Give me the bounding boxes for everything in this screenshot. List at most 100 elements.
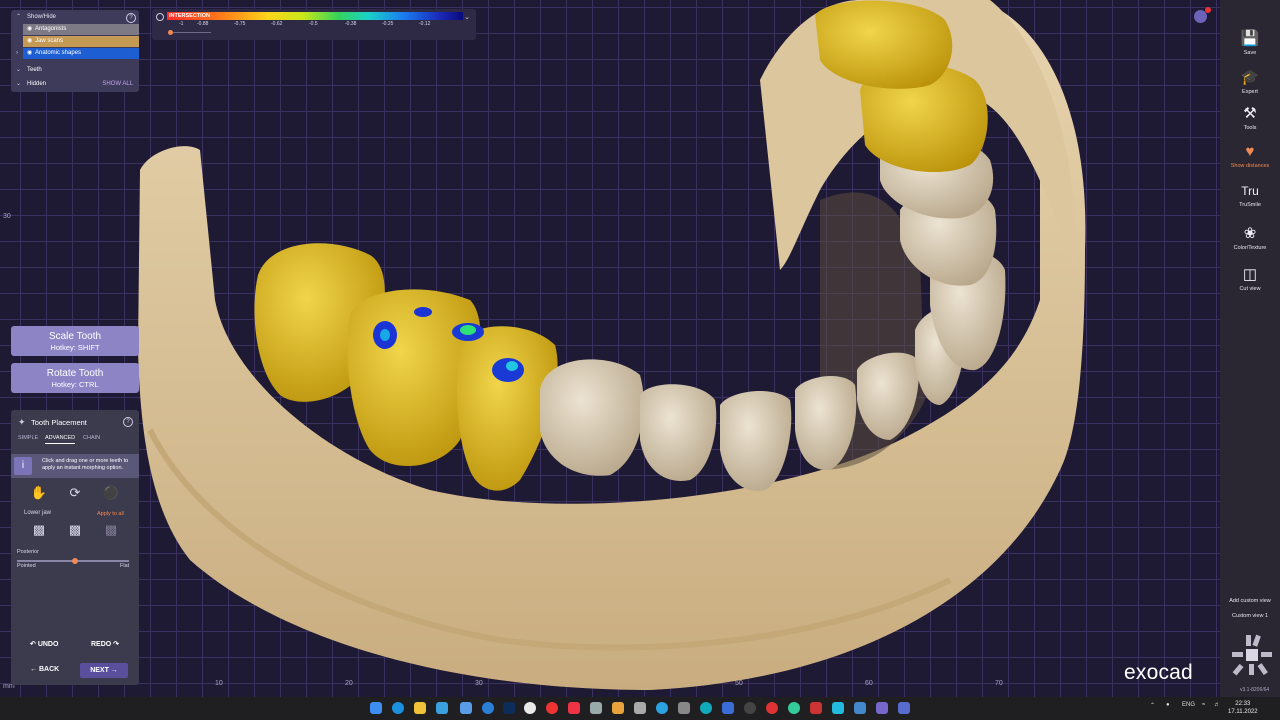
sidebar-item-cut-view[interactable]: ◫ Cut view <box>1220 266 1280 292</box>
redo-button[interactable]: REDO ↷ <box>91 640 119 648</box>
view-cube[interactable] <box>1232 633 1272 679</box>
app-icon[interactable] <box>722 702 734 714</box>
opera-icon[interactable] <box>546 702 558 714</box>
app-icon[interactable] <box>612 702 624 714</box>
edge-icon[interactable] <box>392 702 404 714</box>
placement-tabs: SIMPLE ADVANCED CHAIN <box>11 433 139 444</box>
info-box: i Click and drag one or more teeth to ap… <box>11 454 139 478</box>
sidebar-item-color-texture[interactable]: ❀ Color/Texture <box>1220 225 1280 251</box>
scale-tooth-button[interactable]: Scale Tooth Hotkey: SHIFT <box>11 326 139 356</box>
posterior-slider[interactable] <box>17 558 129 564</box>
trusmile-icon: Tru <box>1241 184 1259 198</box>
colorbar-tick: -1 <box>179 21 184 27</box>
show-hide-hidden[interactable]: ⌄ Hidden SHOW ALL <box>11 79 139 90</box>
exocad-taskbar-icon[interactable] <box>898 702 910 714</box>
camera-icon[interactable] <box>678 702 690 714</box>
app-icon[interactable] <box>832 702 844 714</box>
sidebar-item-show-distances[interactable]: ♥ Show distances <box>1220 143 1280 169</box>
flat-label: Flat <box>120 563 130 569</box>
tooth <box>640 384 717 481</box>
chrome-icon[interactable] <box>524 702 536 714</box>
colorbar-tick: -0.12 <box>419 21 431 27</box>
show-hide-item-anatomic-shapes[interactable]: › ◉ Anatomic shapes <box>11 48 139 59</box>
tooth-option-icon[interactable]: ▩ <box>102 522 120 538</box>
3d-viewport[interactable]: 10 20 30 40 50 60 70 30 mm <box>0 0 1220 697</box>
tooth-option-icon[interactable]: ▩ <box>66 522 84 538</box>
colorbar-gradient <box>167 12 463 20</box>
app-icon[interactable] <box>854 702 866 714</box>
tooth <box>720 390 792 491</box>
apply-to-all-link[interactable]: Apply to all <box>97 511 124 517</box>
chevron-down-icon[interactable]: ⌄ <box>464 13 470 21</box>
show-all-link[interactable]: SHOW ALL <box>102 79 133 90</box>
colorbar-tick: -0.5 <box>309 21 318 27</box>
tooth-placement-panel: ✦ Tooth Placement ? SIMPLE ADVANCED CHAI… <box>11 410 139 685</box>
telegram-icon[interactable] <box>656 702 668 714</box>
expert-icon: 🎓 <box>1240 69 1260 86</box>
chevron-up-icon[interactable]: ⌃ <box>1150 702 1155 709</box>
intersection-spot <box>414 307 432 317</box>
tooth-option-icon[interactable]: ▩ <box>30 522 48 538</box>
app-icon[interactable] <box>700 702 712 714</box>
sidebar-item-tools[interactable]: ⚒ Tools <box>1220 105 1280 131</box>
language-indicator[interactable]: ENG <box>1182 702 1195 708</box>
undo-button[interactable]: ↶ UNDO <box>30 640 58 648</box>
intersection-spot <box>380 329 390 341</box>
exocad-taskbar-icon[interactable] <box>876 702 888 714</box>
app-icon[interactable] <box>788 702 800 714</box>
show-hide-header[interactable]: ⌃ Show/Hide ? <box>11 12 139 23</box>
mail-icon[interactable] <box>436 702 448 714</box>
tab-chain[interactable]: CHAIN <box>83 435 100 441</box>
gauge-icon <box>156 13 164 21</box>
help-icon[interactable]: ? <box>123 417 133 427</box>
notification-badge <box>1205 7 1211 13</box>
photoshop-icon[interactable] <box>503 702 515 714</box>
threshold-slider[interactable] <box>169 32 211 33</box>
app-icon[interactable] <box>810 702 822 714</box>
rotate-tooth-icon[interactable]: ⟳ <box>66 485 84 501</box>
app-icon[interactable] <box>482 702 494 714</box>
sidebar-item-save[interactable]: 💾 Save <box>1220 30 1280 56</box>
settings-icon[interactable] <box>590 702 602 714</box>
explorer-icon[interactable] <box>414 702 426 714</box>
move-tooth-icon[interactable]: ✋ <box>30 485 48 501</box>
app-icon[interactable] <box>460 702 472 714</box>
chevron-down-icon: ⌄ <box>16 67 22 73</box>
panel-title: Tooth Placement <box>31 418 87 427</box>
chevron-up-icon: ⌃ <box>16 14 22 20</box>
threshold-slider-knob[interactable] <box>168 30 173 35</box>
arrow-left-icon: ← <box>30 666 39 673</box>
show-hide-item-antagonists[interactable]: ◉ Antagonists <box>23 24 139 35</box>
tab-advanced[interactable]: ADVANCED <box>45 435 76 444</box>
mic-icon[interactable]: ● <box>1166 702 1170 708</box>
morph-tooth-icon[interactable]: ⚫ <box>102 485 120 501</box>
save-icon: 💾 <box>1240 30 1260 47</box>
app-icon[interactable] <box>568 702 580 714</box>
sidebar-item-expert[interactable]: 🎓 Expert <box>1220 69 1280 95</box>
custom-view-1-button[interactable]: Custom view 1 <box>1220 613 1280 619</box>
help-icon[interactable]: ? <box>126 13 136 23</box>
wifi-icon[interactable]: ≈ <box>1202 702 1205 708</box>
right-sidebar: 💾 Save 🎓 Expert ⚒ Tools ♥ Show distances… <box>1220 0 1280 697</box>
intersection-colorbar: INTERSECTION -1 -0.88 -0.75 -0.62 -0.5 -… <box>152 9 476 40</box>
volume-icon[interactable]: ♬ <box>1214 702 1220 708</box>
back-button[interactable]: ← BACK <box>30 666 59 673</box>
intersection-spot <box>506 361 518 371</box>
clock[interactable]: 22:33 17.11.2022 <box>1228 700 1258 716</box>
tab-simple[interactable]: SIMPLE <box>18 435 38 441</box>
posterior-label: Posterior <box>17 549 40 555</box>
colorbar-tick: -0.88 <box>197 21 209 27</box>
jaw-model[interactable] <box>0 0 1220 697</box>
show-hide-item-jaw-scans[interactable]: ◉ Jaw scans <box>23 36 139 47</box>
cut-view-icon: ◫ <box>1242 266 1258 283</box>
app-icon[interactable] <box>744 702 756 714</box>
add-custom-view-button[interactable]: Add custom view <box>1220 598 1280 604</box>
start-icon[interactable] <box>370 702 382 714</box>
app-icon[interactable] <box>766 702 778 714</box>
posterior-slider-knob[interactable] <box>72 558 78 564</box>
next-button[interactable]: NEXT → <box>80 663 128 678</box>
rotate-tooth-button[interactable]: Rotate Tooth Hotkey: CTRL <box>11 363 139 393</box>
app-icon[interactable] <box>634 702 646 714</box>
show-hide-teeth[interactable]: ⌄ Teeth <box>11 65 139 76</box>
sidebar-item-trusmile[interactable]: Tru TruSmile <box>1220 182 1280 208</box>
